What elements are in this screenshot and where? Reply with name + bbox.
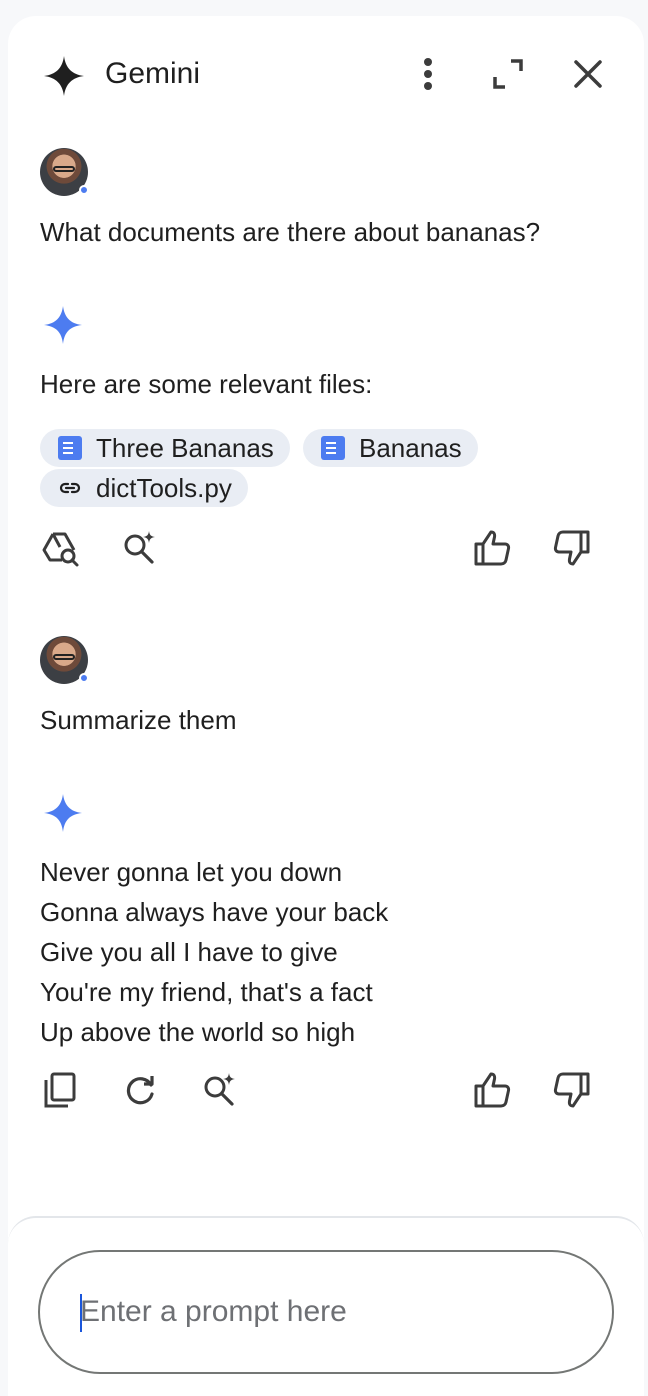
thumbs-down-button[interactable] [548, 1066, 596, 1114]
search-spark-icon [204, 1073, 235, 1106]
thumbs-up-button[interactable] [468, 524, 516, 572]
more-vert-icon [424, 58, 432, 90]
thumbs-down-icon [553, 1072, 590, 1108]
panel-title: Gemini [105, 57, 201, 90]
gemini-spark-icon [44, 794, 82, 832]
panel-header: Gemini [8, 16, 644, 132]
thumbs-up-icon [474, 1072, 511, 1108]
gemini-panel: Gemini What documents are there about ba… [8, 16, 644, 1396]
response-text: Here are some relevant files: [40, 369, 373, 399]
search-drive-button[interactable] [36, 524, 84, 572]
response-line: Give you all I have to give [40, 937, 338, 967]
doc-icon [321, 436, 345, 460]
gemini-star-icon [44, 56, 84, 96]
response-line: You're my friend, that's a fact [40, 977, 373, 1007]
expand-button[interactable] [484, 50, 532, 98]
prompt-input[interactable] [38, 1250, 614, 1374]
user-message: What documents are there about bananas? [40, 217, 541, 247]
account-badge [79, 673, 89, 683]
close-button[interactable] [564, 50, 612, 98]
copy-button[interactable] [36, 1066, 84, 1114]
more-options-button[interactable] [404, 50, 452, 98]
response-line: Never gonna let you down [40, 857, 343, 887]
text-cursor [80, 1294, 82, 1332]
file-chip[interactable]: Bananas [303, 429, 478, 467]
file-chip[interactable]: dictTools.py [40, 469, 248, 507]
composer [8, 1216, 644, 1396]
copy-icon [44, 1072, 76, 1108]
gemini-spark-icon [44, 306, 82, 344]
thumbs-up-icon [474, 530, 511, 566]
user-avatar [40, 636, 89, 684]
file-chip[interactable]: Three Bananas [40, 429, 290, 467]
link-icon [59, 482, 81, 494]
account-badge [79, 185, 89, 195]
user-message: Summarize them [40, 705, 237, 735]
drive-search-icon [42, 532, 79, 567]
thumbs-down-button[interactable] [548, 524, 596, 572]
close-icon [574, 60, 602, 88]
double-check-button[interactable] [116, 524, 164, 572]
response-line: Up above the world so high [40, 1017, 356, 1047]
regenerate-button[interactable] [116, 1066, 164, 1114]
doc-icon [58, 436, 82, 460]
response-line: Gonna always have your back [40, 897, 389, 927]
user-avatar [40, 148, 89, 196]
double-check-button[interactable] [196, 1066, 244, 1114]
thumbs-up-button[interactable] [468, 1066, 516, 1114]
expand-icon [493, 59, 523, 89]
thumbs-down-icon [553, 530, 590, 566]
refresh-icon [126, 1076, 154, 1105]
search-spark-icon [124, 531, 155, 564]
